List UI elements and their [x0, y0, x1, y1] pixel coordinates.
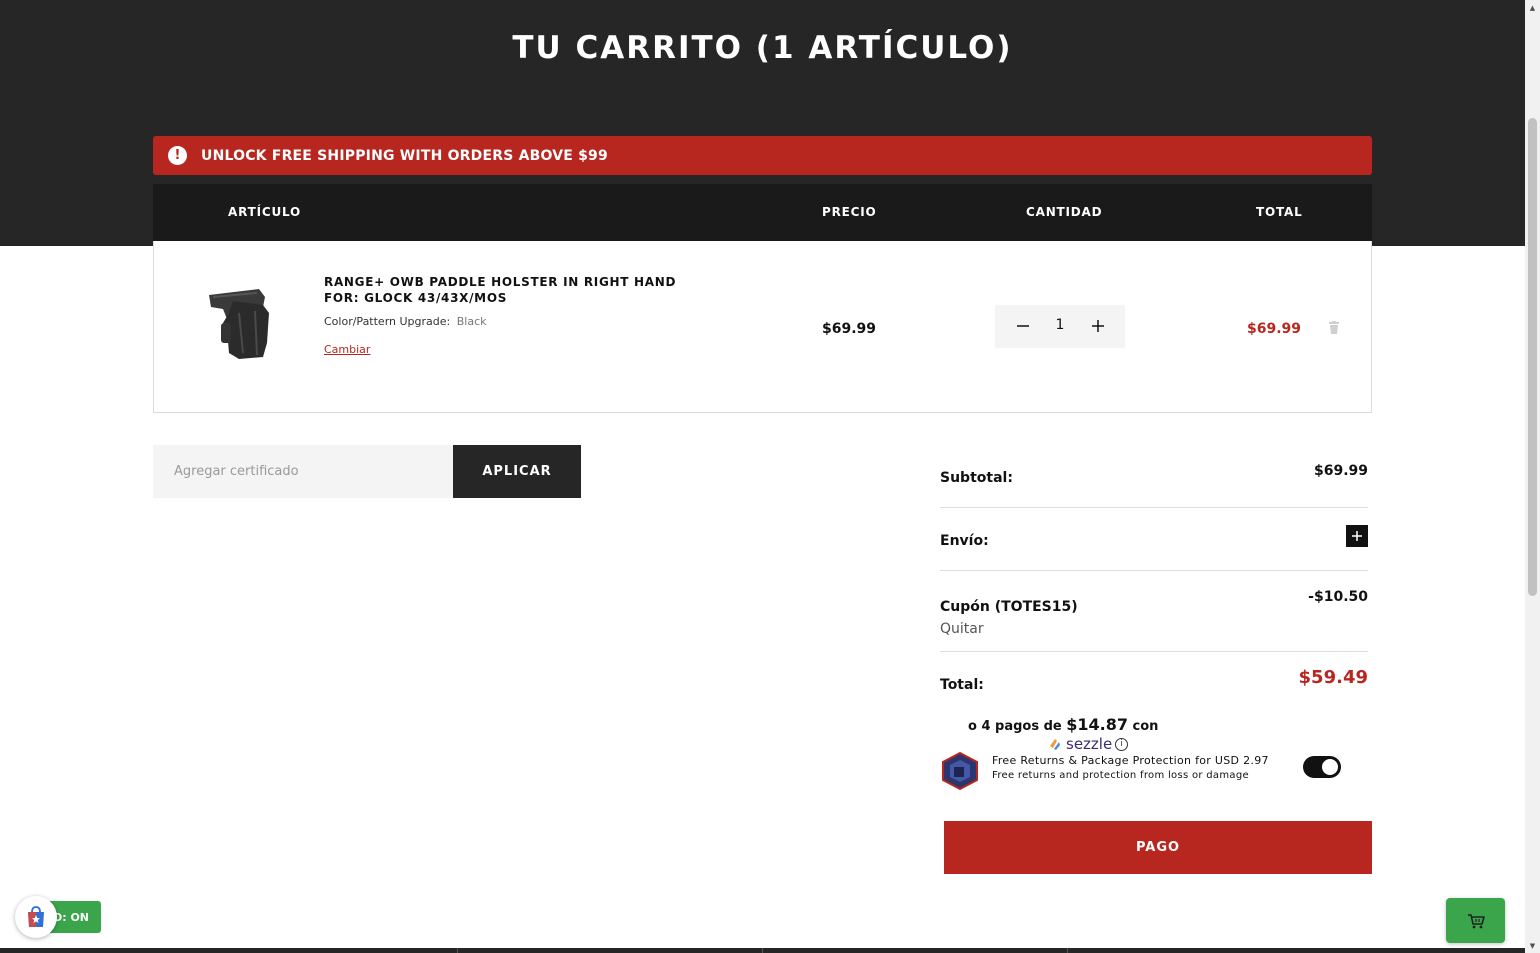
- scroll-down-arrow-icon[interactable]: ▼: [1525, 938, 1540, 953]
- free-shipping-banner: ! UNLOCK FREE SHIPPING WITH ORDERS ABOVE…: [153, 136, 1372, 175]
- apply-button[interactable]: APLICAR: [453, 445, 581, 498]
- sezzle-mark-icon: [1050, 739, 1060, 750]
- sezzle-brand: sezzle: [1066, 735, 1113, 753]
- subtotal-row: Subtotal: $69.99: [940, 455, 1368, 508]
- product-thumbnail[interactable]: [199, 283, 279, 373]
- scrollbar-thumb[interactable]: [1528, 118, 1537, 596]
- sezzle-prefix: o 4 pagos de: [968, 719, 1062, 734]
- sezzle-logo[interactable]: sezzle i: [1048, 735, 1129, 753]
- total-value: $59.49: [1298, 667, 1368, 688]
- subtotal-value: $69.99: [1313, 463, 1368, 479]
- toggle-knob: [1322, 759, 1338, 775]
- sezzle-suffix: con: [1132, 719, 1159, 734]
- header-quantity: CANTIDAD: [1026, 205, 1103, 219]
- item-total: $69.99: [1247, 321, 1302, 337]
- page-title: TU CARRITO (1 ARTÍCULO): [512, 30, 1013, 66]
- info-icon[interactable]: i: [1115, 737, 1129, 751]
- increase-quantity-button[interactable]: [1085, 313, 1111, 339]
- shipping-label: Envío:: [940, 533, 989, 549]
- order-summary: Subtotal: $69.99 Envío: Cupón (TOTES15) …: [940, 455, 1368, 712]
- header-item: ARTÍCULO: [228, 205, 302, 219]
- header-price: PRECIO: [822, 205, 877, 219]
- plus-icon: [1352, 531, 1362, 541]
- cart-icon: [1467, 913, 1485, 928]
- total-label: Total:: [940, 677, 984, 693]
- coupon-value: -$10.50: [1308, 589, 1368, 605]
- footer-strip: [0, 948, 1525, 953]
- subtotal-label: Subtotal:: [940, 470, 1013, 486]
- shipping-expand-button[interactable]: [1346, 525, 1368, 547]
- shopping-bag-icon: [28, 906, 44, 927]
- scroll-up-arrow-icon[interactable]: ▲: [1525, 0, 1540, 15]
- total-row: Total: $59.49: [940, 652, 1368, 712]
- trash-icon[interactable]: [1327, 321, 1341, 335]
- checkout-button[interactable]: PAGO: [944, 821, 1372, 874]
- protection-toggle[interactable]: [1303, 756, 1341, 778]
- item-title[interactable]: RANGE+ OWB PADDLE HOLSTER IN RIGHT HAND …: [324, 274, 704, 306]
- coupon-row: Cupón (TOTES15) Quitar -$10.50: [940, 571, 1368, 652]
- protection-title: Free Returns & Package Protection for US…: [992, 754, 1269, 767]
- scrollbar[interactable]: ▲ ▼: [1525, 0, 1540, 953]
- item-price: $69.99: [822, 321, 877, 337]
- change-link[interactable]: Cambiar: [324, 343, 370, 356]
- floating-cart-button[interactable]: [1446, 898, 1505, 943]
- alert-icon: !: [168, 146, 187, 165]
- sezzle-installments: o 4 pagos de $14.87 con: [968, 715, 1158, 734]
- package-protection-logo: [942, 751, 978, 791]
- quantity-stepper: 1: [995, 305, 1125, 348]
- plus-icon: [1092, 320, 1104, 332]
- banner-text: UNLOCK FREE SHIPPING WITH ORDERS ABOVE $…: [201, 147, 608, 164]
- item-option-value: Black: [456, 315, 487, 328]
- protection-subtitle: Free returns and protection from loss or…: [992, 770, 1249, 781]
- cart-item-row: RANGE+ OWB PADDLE HOLSTER IN RIGHT HAND …: [153, 241, 1372, 413]
- certificate-input[interactable]: [153, 445, 453, 498]
- cart-table-header: ARTÍCULO PRECIO CANTIDAD TOTAL: [153, 184, 1372, 241]
- remove-coupon-link[interactable]: Quitar: [940, 621, 1078, 637]
- item-option: Color/Pattern Upgrade: Black: [324, 315, 487, 328]
- shipping-row: Envío:: [940, 508, 1368, 571]
- coupon-info: Cupón (TOTES15) Quitar: [940, 596, 1078, 637]
- item-option-label: Color/Pattern Upgrade:: [324, 315, 451, 328]
- header-total: TOTAL: [1256, 205, 1303, 219]
- promo-widget-badge[interactable]: [15, 896, 57, 938]
- coupon-label: Cupón (TOTES15): [940, 599, 1078, 615]
- sezzle-amount: $14.87: [1066, 715, 1129, 734]
